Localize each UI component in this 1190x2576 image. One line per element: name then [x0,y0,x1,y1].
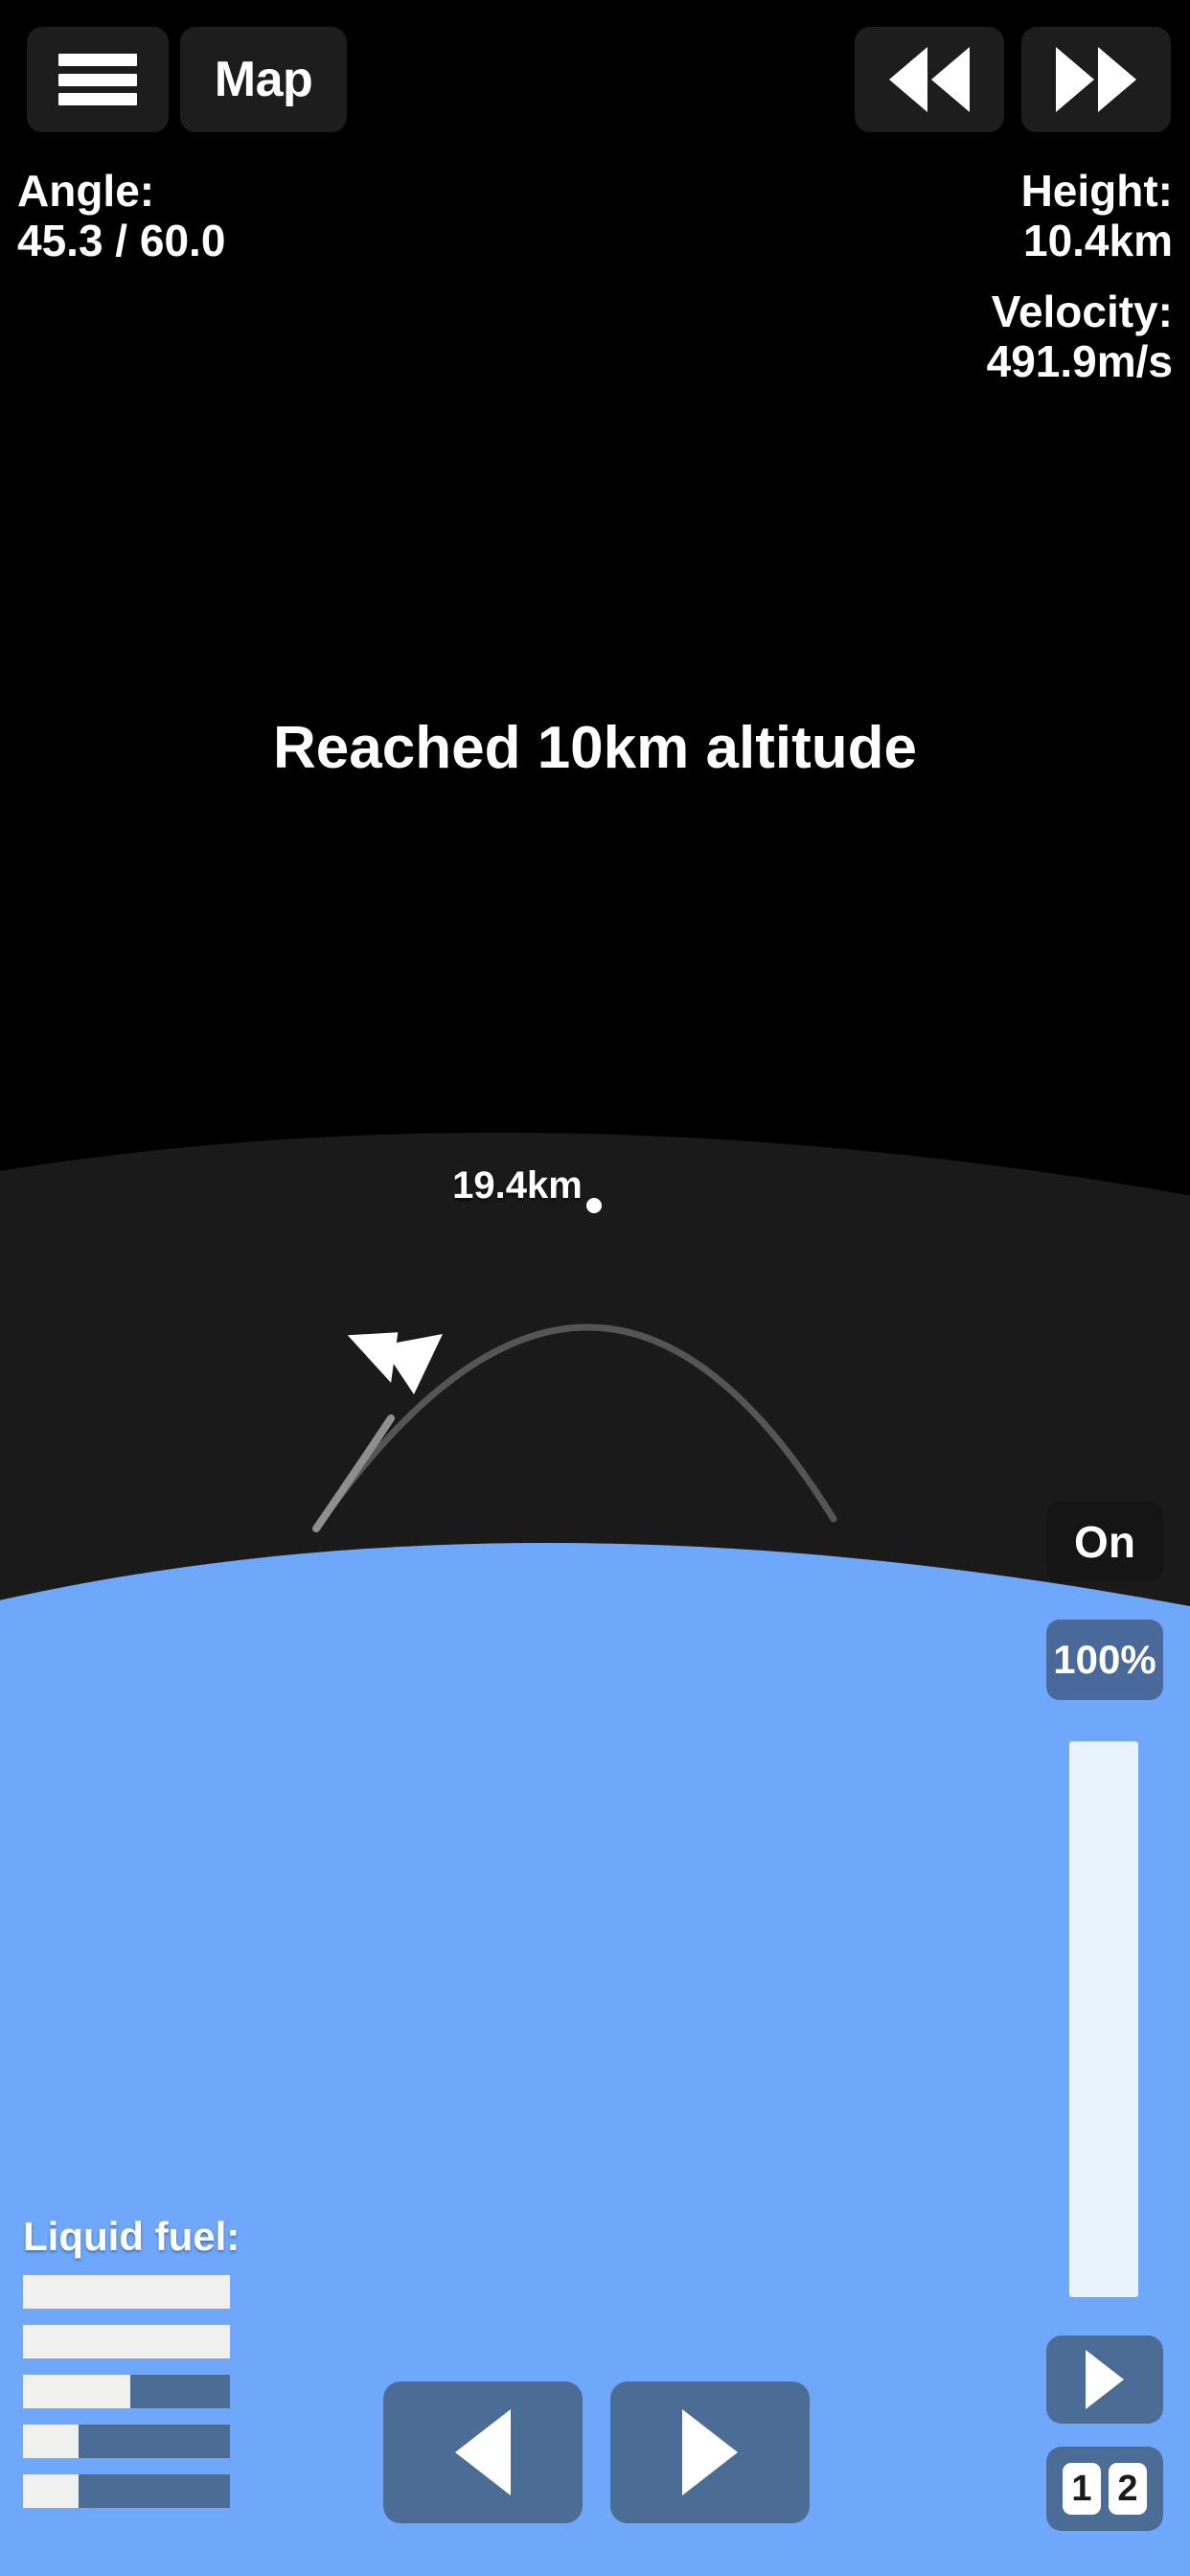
fuel-bar [23,2375,230,2408]
fuel-bar [23,2425,230,2458]
time-warp-button[interactable] [1021,27,1171,132]
rotate-left-button[interactable] [383,2381,583,2523]
angle-label: Angle: [17,166,155,216]
angle-readout: Angle: 45.3 / 60.0 [17,166,226,265]
velocity-value: 491.9m/s [986,335,1173,386]
trajectory-layer [312,1323,837,1532]
stage-play-icon [1086,2350,1124,2409]
fuel-bar-list [23,2275,272,2508]
rotate-right-icon [682,2409,738,2496]
throttle-slider[interactable] [1069,1741,1138,2297]
time-rewind-button[interactable] [855,27,1004,132]
engine-toggle-label: On [1074,1517,1135,1567]
angle-value: 45.3 / 60.0 [17,215,226,265]
stage-button[interactable] [1046,2335,1163,2424]
fuel-bar-fill [23,2275,230,2309]
height-value: 10.4km [1022,215,1173,265]
rewind-icon [889,47,970,112]
velocity-label: Velocity: [991,287,1173,336]
fuel-bar [23,2474,230,2508]
fuel-gauge-label: Liquid fuel: [23,2214,240,2259]
height-readout: Height: 10.4km [1020,166,1173,265]
fuel-bar-fill [23,2325,230,2358]
throttle-percent-label[interactable]: 100% [1046,1620,1163,1700]
fuel-gauge: Liquid fuel: [23,2214,272,2524]
map-button-label: Map [214,52,313,107]
engine-toggle-button[interactable]: On [1046,1502,1163,1582]
event-message: Reached 10km altitude [273,715,917,781]
fuel-bar-fill [23,2425,80,2458]
ground-layer [0,1543,1190,2576]
map-button[interactable]: Map [180,27,347,132]
throttle-percent-value: 100% [1053,1637,1156,1682]
atmosphere-layer [0,1132,1190,2576]
stage-selector[interactable]: 1 2 [1046,2447,1163,2531]
hamburger-icon [58,54,137,105]
apoapsis-dot-icon [586,1198,602,1213]
stage-chip-1[interactable]: 1 [1063,2463,1101,2515]
fast-forward-icon [1056,47,1136,112]
height-label: Height: [1020,166,1173,216]
rotate-right-button[interactable] [610,2381,810,2523]
fuel-bar-fill [23,2375,131,2408]
apoapsis-label: 19.4km [452,1164,583,1207]
fuel-bar [23,2325,230,2358]
game-screen: 19.4km Map Angle: 45.3 / 60.0 Height: 10… [0,0,1190,2576]
throttle-slider-fill [1069,1741,1138,2297]
menu-button[interactable] [27,27,169,132]
rotate-left-icon [455,2409,511,2496]
fuel-bar-fill [23,2474,80,2508]
velocity-readout: Velocity: 491.9m/s [986,287,1173,386]
stage-chip-2[interactable]: 2 [1109,2463,1147,2515]
fuel-bar [23,2275,230,2309]
vessel-arrow-icon [347,1332,443,1394]
